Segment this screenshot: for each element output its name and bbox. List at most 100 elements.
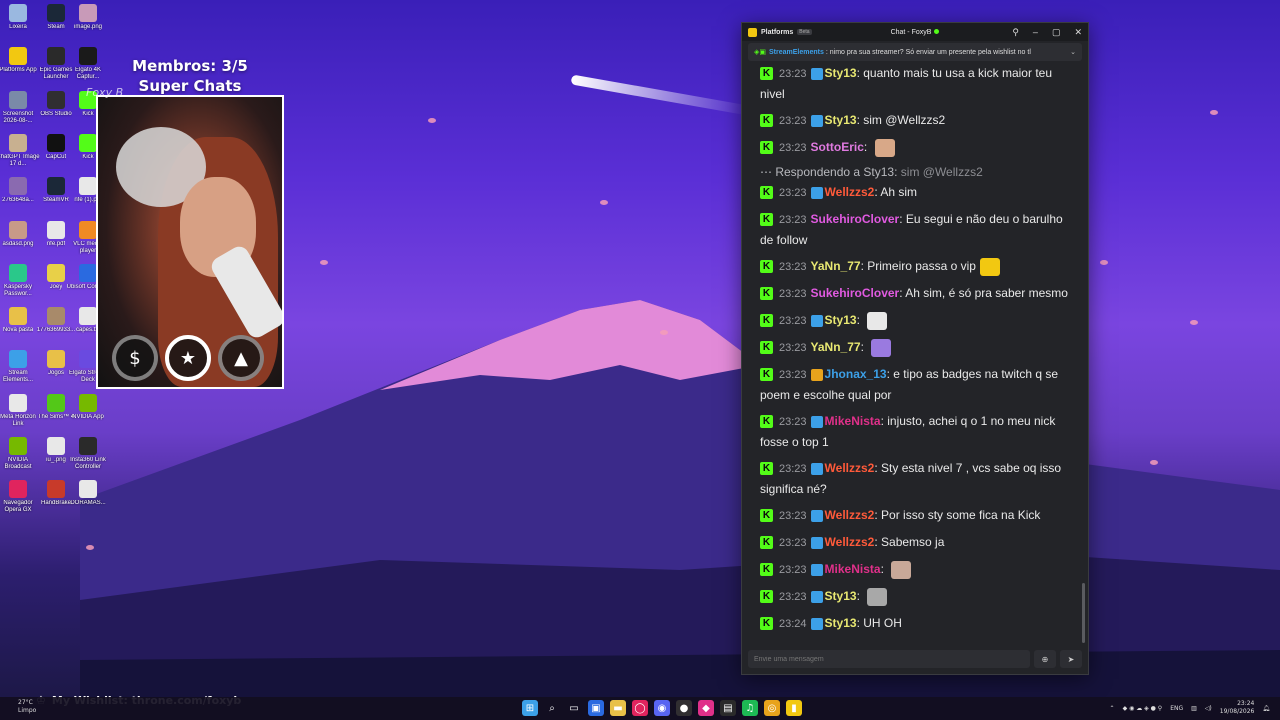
desktop-icon-label: 2763648a... (2, 197, 34, 204)
desktop-icon[interactable]: DORAMAS... (66, 480, 110, 507)
message-username[interactable]: MikeNista (825, 414, 881, 428)
store-icon[interactable]: ▣ (588, 700, 604, 716)
chevron-down-icon[interactable]: ⌄ (1070, 48, 1076, 56)
chat-message[interactable]: K 23:23 MikeNista: (760, 559, 1072, 580)
spotify-icon[interactable]: ♫ (742, 700, 758, 716)
desktop-icon[interactable]: NVIDIA App (66, 393, 110, 421)
chat-message[interactable]: K 23:23 Sty13: sim @Wellzzs2 (760, 110, 1072, 131)
globe-icon[interactable]: ⊕ (1034, 650, 1056, 668)
message-text: Ah sim, é só pra saber mesmo (905, 286, 1068, 300)
desktop-icon[interactable]: Insta360 Link Controller (66, 437, 110, 471)
chat-message[interactable]: K 23:23 Sty13: (760, 586, 1072, 607)
desktop-icon[interactable]: image.png (66, 4, 110, 31)
message-username[interactable]: Sty13 (825, 616, 857, 630)
kick-platform-icon: K (760, 141, 773, 155)
message-username[interactable]: SukehiroClover (811, 286, 900, 300)
app-icon (79, 133, 97, 152)
message-username[interactable]: Wellzzs2 (825, 185, 875, 199)
network-icon[interactable]: ▥ (1191, 705, 1197, 712)
opera-icon[interactable]: ◯ (632, 700, 648, 716)
chevron-up-icon[interactable]: ⌃ (1110, 705, 1115, 712)
volume-icon[interactable]: ◁) (1205, 705, 1212, 712)
kick-platform-icon: K (760, 590, 773, 604)
message-username[interactable]: Wellzzs2 (825, 461, 875, 475)
taskbar: 27°C Limpo ⊞ ⌕ ▭ ▣ ▬ ◯ ◉ ● ◆ ▤ ♫ ◎ ▮ ⌃ ◆ ◉ ☁ ◈ ● ⚲ E… (0, 697, 1280, 720)
streamelements-icon[interactable]: ◆ (698, 700, 714, 716)
app-icon (47, 90, 65, 109)
notification-bell-icon[interactable]: 🔔︎ (1262, 705, 1270, 712)
emote-icon (871, 338, 892, 357)
tray-icons[interactable]: ◆ ◉ ☁ ◈ ● ⚲ (1123, 705, 1163, 712)
money-bag-icon: $ (112, 335, 158, 381)
live-indicator-icon (934, 29, 940, 35)
chat-message[interactable]: K 23:23 SukehiroClover: Eu segui e não deu… (760, 209, 1072, 250)
weather-widget[interactable]: 27°C Limpo (18, 699, 36, 715)
obs-icon[interactable]: ● (676, 700, 692, 716)
beta-badge: Beta (797, 29, 812, 35)
pinned-message[interactable]: ◈▣ StreamElements : nimo pra sua streame… (748, 43, 1082, 61)
message-username[interactable]: Sty13 (825, 589, 857, 603)
desktop-icon-label: nfe.pdf (46, 240, 66, 247)
chat-message[interactable]: K 23:23 Wellzzs2: Sabemso ja (760, 532, 1072, 553)
message-username[interactable]: Sty13 (825, 313, 857, 327)
chat-input-row: ⊕ ➤ (748, 650, 1082, 668)
app-icon (47, 177, 65, 196)
chat-message[interactable]: K 23:23 YaNn_77: Primeiro passa o vip (760, 256, 1072, 277)
user-badge-icon (810, 186, 823, 199)
discord-icon[interactable]: ◉ (654, 700, 670, 716)
message-username[interactable]: Sty13 (825, 66, 857, 80)
platforms-icon[interactable]: ▮ (786, 700, 802, 716)
windows-start-icon[interactable]: ⊞ (522, 700, 538, 716)
app-icon (79, 350, 97, 369)
desktop-icon-label: Jogos (47, 370, 64, 377)
chat-message[interactable]: K 23:24 Sty13: UH OH (760, 613, 1072, 634)
folder-icon[interactable]: ▬ (610, 700, 626, 716)
message-username[interactable]: Wellzzs2 (825, 535, 875, 549)
message-username[interactable]: YaNn_77 (811, 340, 861, 354)
search-icon[interactable]: ⌕ (544, 700, 560, 716)
minimize-button[interactable]: – (1033, 27, 1038, 38)
chat-message[interactable]: K 23:23 Wellzzs2: Ah sim (760, 182, 1072, 203)
star-icon: ★ (165, 335, 211, 381)
chrome-icon[interactable]: ◎ (764, 700, 780, 716)
chat-message[interactable]: K 23:23 Jhonax_13: e tipo as badges na twi… (760, 364, 1072, 405)
chat-scrollbar[interactable] (1082, 583, 1085, 643)
maximize-button[interactable]: ▢ (1052, 27, 1061, 38)
kick-platform-icon: K (760, 368, 773, 382)
user-badge-icon (810, 415, 823, 428)
chat-input[interactable] (748, 650, 1030, 668)
task-view-icon[interactable]: ▭ (566, 700, 582, 716)
message-username[interactable]: Sty13 (825, 113, 857, 127)
emote-icon (979, 257, 1000, 276)
pinned-icons: ◈▣ (754, 49, 766, 56)
chat-message-list[interactable]: K 23:23 Sty13: quanto mais tu usa a kick m… (742, 63, 1088, 668)
message-time: 23:23 (779, 142, 807, 154)
close-button[interactable]: ✕ (1074, 27, 1082, 38)
chat-message[interactable]: K 23:23 Sty13: quanto mais tu usa a kick m… (760, 63, 1072, 104)
notes-icon[interactable]: ▤ (720, 700, 736, 716)
message-time: 23:24 (779, 618, 807, 630)
desktop-icon-label: Kick (82, 153, 94, 160)
chat-message[interactable]: K 23:23 SukehiroClover: Ah sim, é só pra s… (760, 283, 1072, 304)
app-icon (9, 47, 27, 66)
chat-message[interactable]: K 23:23 Wellzzs2: Sty esta nivel 7 , vcs s… (760, 458, 1072, 499)
kick-platform-icon: K (760, 314, 773, 328)
chat-message[interactable]: K 23:23 Sty13: (760, 310, 1072, 331)
chat-message[interactable]: K 23:23 YaNn_77: (760, 337, 1072, 358)
chat-message[interactable]: K 23:23 Wellzzs2: Por isso sty some fica n… (760, 505, 1072, 526)
clock[interactable]: 23:24 19/08/2026 (1220, 700, 1255, 716)
app-icon (79, 220, 97, 239)
message-username[interactable]: Wellzzs2 (825, 508, 875, 522)
app-icon (79, 393, 97, 412)
chat-message[interactable]: K 23:23 MikeNista: injusto, achei q o 1 no… (760, 411, 1072, 452)
chat-message[interactable]: K 23:23 SottoEric: (760, 137, 1072, 158)
message-username[interactable]: MikeNista (825, 562, 881, 576)
message-username[interactable]: SottoEric (811, 140, 864, 154)
message-username[interactable]: YaNn_77 (811, 259, 861, 273)
message-username[interactable]: Jhonax_13 (825, 367, 887, 381)
language-indicator[interactable]: ENG (1170, 705, 1183, 712)
send-icon[interactable]: ➤ (1060, 650, 1082, 668)
message-username[interactable]: SukehiroClover (811, 212, 900, 226)
pin-icon[interactable]: ⚲ (1012, 27, 1019, 38)
emote-icon (874, 138, 895, 157)
